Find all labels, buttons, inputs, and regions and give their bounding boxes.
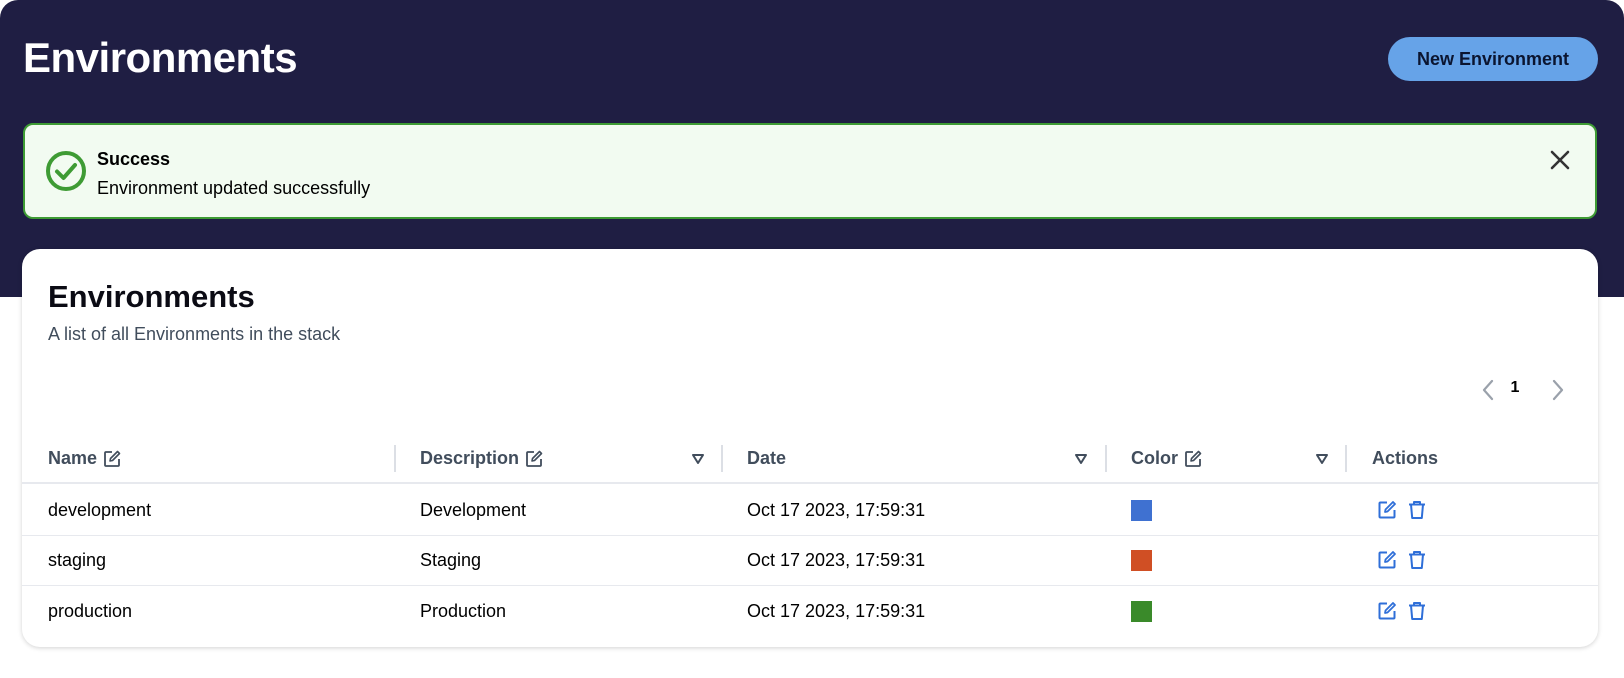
cell-description: Production xyxy=(420,600,507,621)
close-icon[interactable] xyxy=(1547,147,1573,173)
sort-caret-icon[interactable] xyxy=(691,453,705,465)
cell-actions xyxy=(1377,534,1437,586)
cell-date: Oct 17 2023, 17:59:31 xyxy=(747,549,926,570)
cell-description: Staging xyxy=(420,549,482,570)
column-header-date[interactable]: Date xyxy=(747,435,786,482)
trash-icon[interactable] xyxy=(1407,550,1427,570)
check-circle-icon xyxy=(46,151,86,191)
column-divider[interactable] xyxy=(1345,445,1347,472)
sort-caret-icon[interactable] xyxy=(1315,453,1329,465)
chevron-right-icon[interactable] xyxy=(1548,376,1568,404)
sort-caret-icon[interactable] xyxy=(1074,453,1088,465)
color-swatch xyxy=(1131,549,1152,571)
success-flashbar: Success Environment updated successfully xyxy=(23,123,1597,219)
new-environment-button[interactable]: New Environment xyxy=(1388,37,1598,81)
card-title: Environments xyxy=(48,279,255,314)
edit-column-icon xyxy=(1185,450,1202,467)
table-header: Name Description Date Color Actions xyxy=(22,435,1598,484)
trash-icon[interactable] xyxy=(1407,500,1427,520)
edit-column-icon xyxy=(526,450,543,467)
cell-date: Oct 17 2023, 17:59:31 xyxy=(747,600,926,621)
column-divider[interactable] xyxy=(721,445,723,472)
cell-color xyxy=(1131,585,1152,637)
column-header-label: Actions xyxy=(1372,448,1439,468)
chevron-left-icon[interactable] xyxy=(1478,376,1498,404)
cell-name: staging xyxy=(48,549,107,570)
flash-message: Environment updated successfully xyxy=(97,178,371,198)
cell-color xyxy=(1131,534,1152,586)
flash-title: Success xyxy=(97,149,171,169)
trash-icon[interactable] xyxy=(1407,601,1427,621)
table-row: production Production Oct 17 2023, 17:59… xyxy=(22,585,1598,637)
column-divider[interactable] xyxy=(1105,445,1107,472)
environments-table-card: Environments A list of all Environments … xyxy=(22,249,1598,647)
cell-color xyxy=(1131,484,1152,536)
edit-column-icon xyxy=(104,450,121,467)
edit-icon[interactable] xyxy=(1377,601,1397,621)
column-header-label: Date xyxy=(747,448,787,468)
table-row: staging Staging Oct 17 2023, 17:59:31 xyxy=(22,534,1598,586)
card-subtitle: A list of all Environments in the stack xyxy=(48,324,341,344)
pagination-current-page[interactable]: 1 xyxy=(1505,379,1525,397)
column-header-label: Name xyxy=(48,448,98,468)
color-swatch xyxy=(1131,499,1152,521)
color-swatch xyxy=(1131,600,1152,622)
cell-description: Development xyxy=(420,499,527,520)
column-header-actions: Actions xyxy=(1372,435,1438,482)
column-header-name[interactable]: Name xyxy=(48,435,121,482)
column-header-label: Description xyxy=(420,448,520,468)
column-divider[interactable] xyxy=(394,445,396,472)
cell-name: development xyxy=(48,499,152,520)
table-row: development Development Oct 17 2023, 17:… xyxy=(22,484,1598,536)
cell-actions xyxy=(1377,484,1437,536)
cell-name: production xyxy=(48,600,133,621)
column-header-description[interactable]: Description xyxy=(420,435,543,482)
edit-icon[interactable] xyxy=(1377,500,1397,520)
column-header-label: Color xyxy=(1131,448,1178,468)
edit-icon[interactable] xyxy=(1377,550,1397,570)
cell-actions xyxy=(1377,585,1437,637)
cell-date: Oct 17 2023, 17:59:31 xyxy=(747,499,926,520)
page-title: Environments xyxy=(23,34,298,81)
column-header-color[interactable]: Color xyxy=(1131,435,1202,482)
